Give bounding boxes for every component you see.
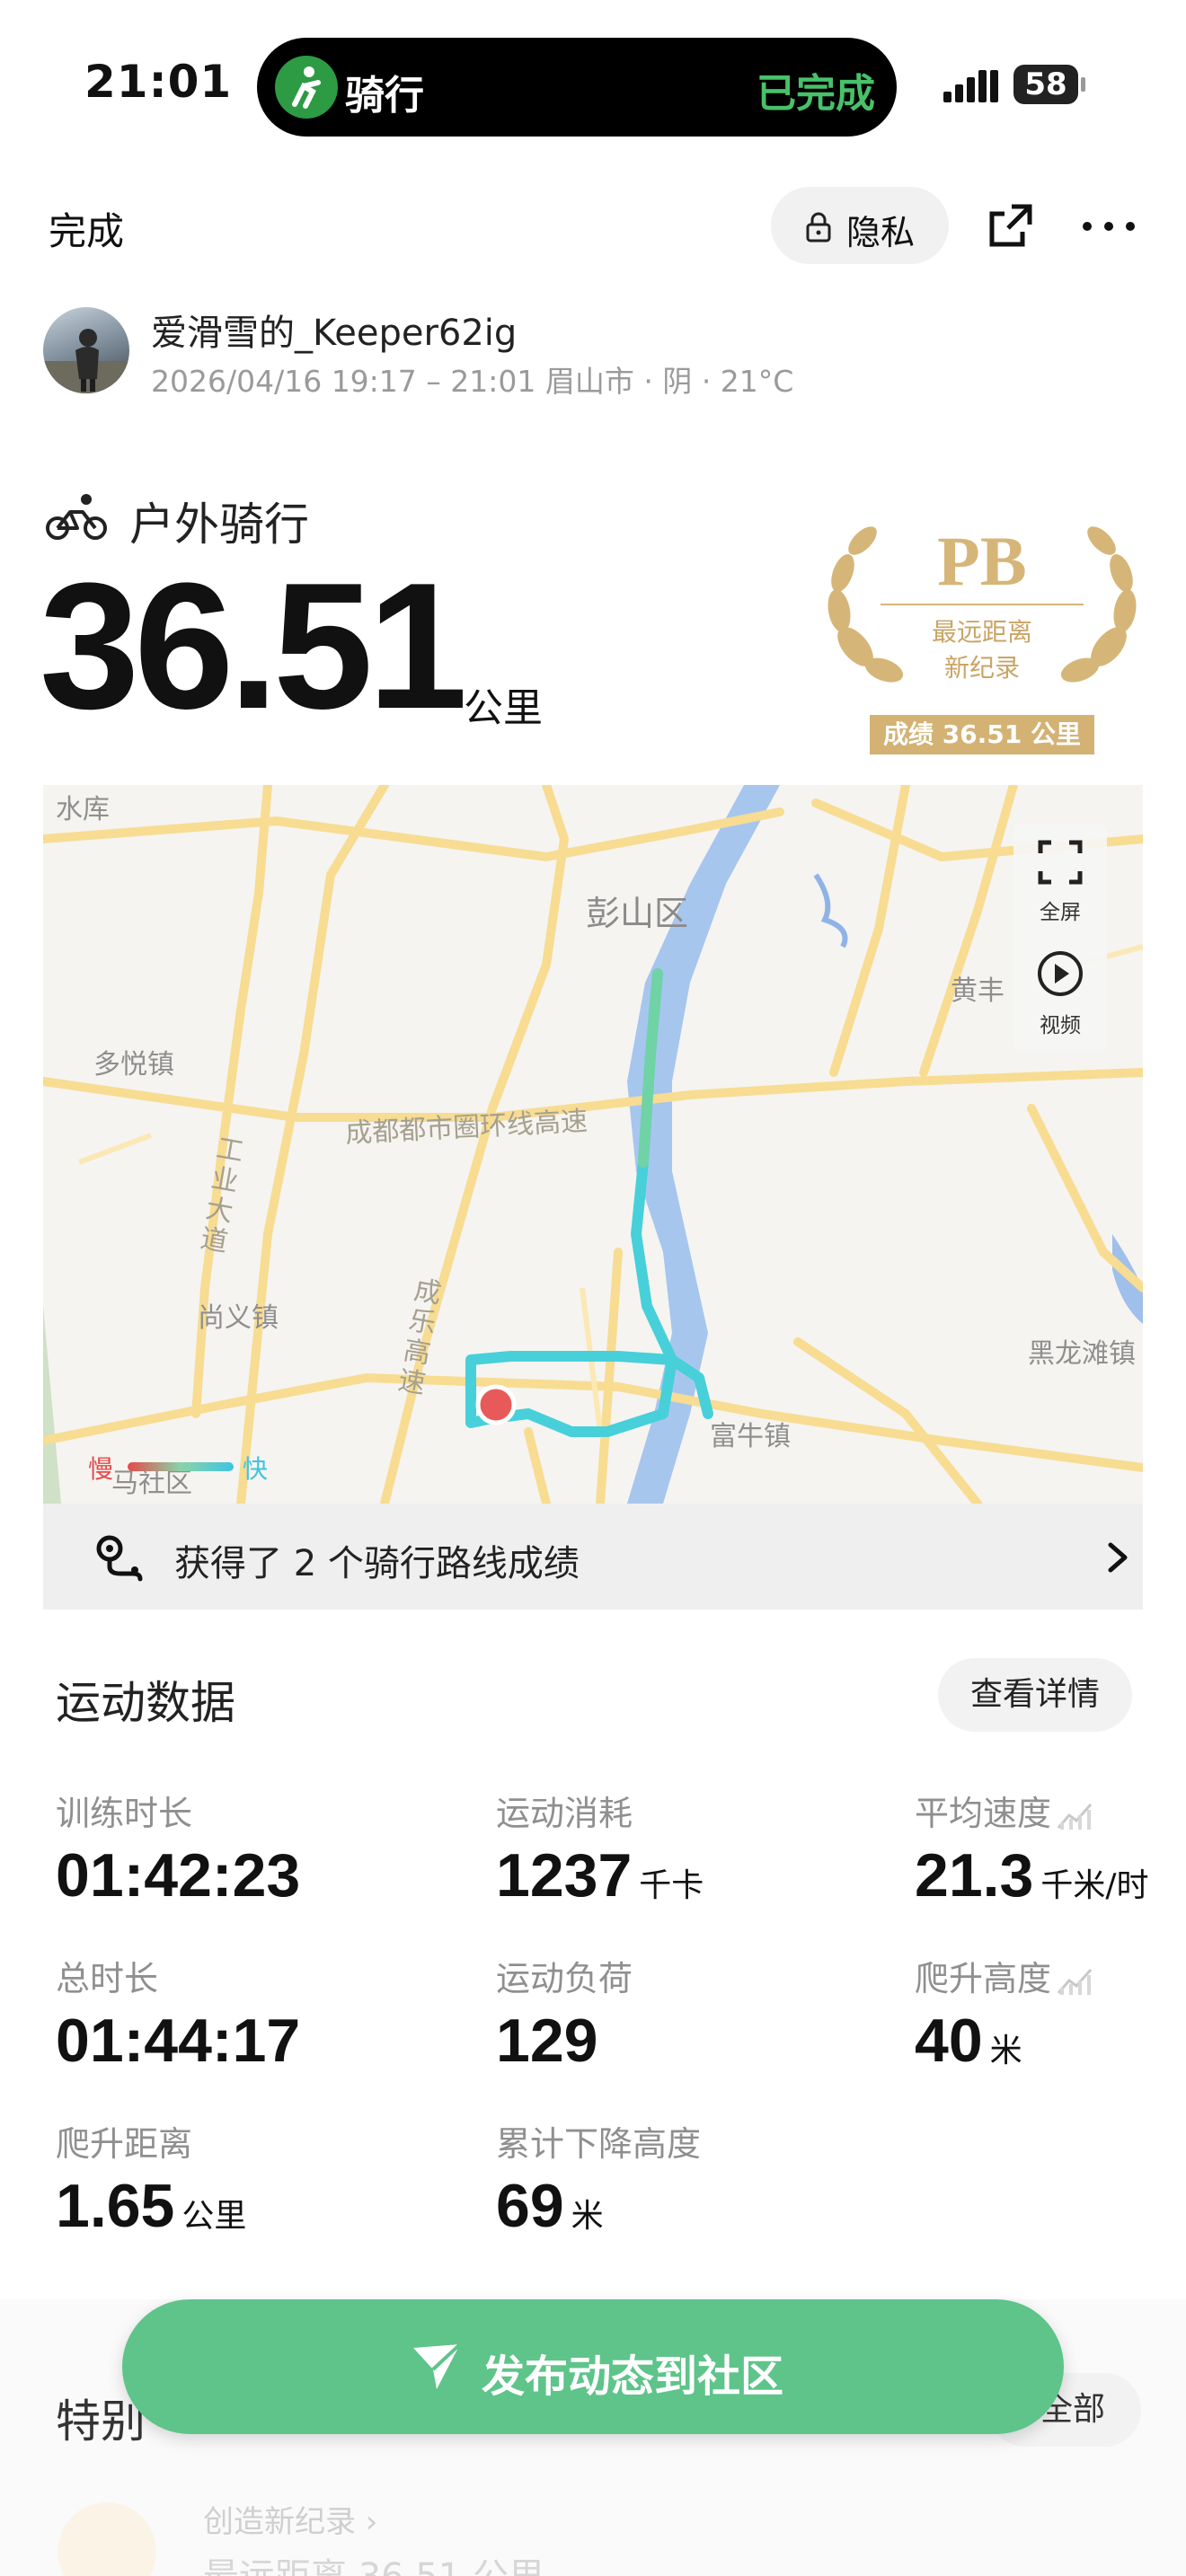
fullscreen-icon[interactable] <box>1037 839 1084 886</box>
publish-button-label: 发布动态到社区 <box>482 2351 784 2402</box>
signal-icon <box>943 70 998 102</box>
done-button[interactable]: 完成 <box>49 201 124 256</box>
stat-calories: 运动消耗 1237 千卡 <box>496 1786 704 1910</box>
stat-value: 40 米 <box>915 2007 1022 2075</box>
route-pin-icon <box>96 1535 143 1582</box>
battery-tip <box>1081 77 1085 92</box>
pb-title: PB <box>937 522 1027 600</box>
chevron-right-icon <box>1108 1542 1128 1573</box>
sport-type-title: 户外骑行 <box>129 498 309 551</box>
pb-badge[interactable]: PB 最远距离 新纪录 成绩 36.51 公里 <box>819 512 1145 756</box>
stat-label: 累计下降高度 <box>496 2124 702 2164</box>
map-label-district: 彭山区 <box>586 894 689 933</box>
share-icon[interactable] <box>987 201 1035 250</box>
speed-legend-fast: 快 <box>243 1454 269 1484</box>
pb-result: 成绩 36.51 公里 <box>870 715 1094 754</box>
bicycle-icon <box>46 494 107 540</box>
record-value: 最远距离 36.51 公里 <box>203 2547 544 2576</box>
trend-chart-icon <box>1057 1803 1093 1830</box>
distance-value: 36.51 <box>40 546 467 746</box>
distance-unit: 公里 <box>464 685 543 731</box>
route-map[interactable]: 水库 彭山区 多悦镇 成都都市圈环线高速 工业大道 尚义镇 成乐高速 富牛镇 黑… <box>43 785 1143 1504</box>
stat-elevation-gain[interactable]: 爬升高度 40 米 <box>915 1951 1093 2076</box>
stat-label: 爬升距离 <box>56 2124 193 2164</box>
stat-label: 运动负荷 <box>496 1959 633 1998</box>
battery-icon: 58 <box>1013 65 1078 104</box>
avatar[interactable] <box>43 307 129 393</box>
video-button[interactable]: 视频 <box>1013 1008 1107 1038</box>
route-achievements-text: 获得了 2 个骑行路线成绩 <box>174 1543 580 1584</box>
route-achievements-banner[interactable]: 获得了 2 个骑行路线成绩 <box>43 1504 1143 1610</box>
view-details-button[interactable]: 查看详情 <box>938 1658 1132 1732</box>
stat-training-load: 运动负荷 129 <box>496 1951 633 2076</box>
more-icon[interactable] <box>1082 221 1136 232</box>
stats-section-title: 运动数据 <box>56 1677 235 1729</box>
speed-legend-slow: 慢 <box>88 1454 114 1484</box>
stat-label: 总时长 <box>56 1959 159 1998</box>
stat-training-duration: 训练时长 01:42:23 <box>56 1786 300 1910</box>
stat-unit: 千米/时 <box>1040 1867 1149 1904</box>
map-label-town2: 尚义镇 <box>198 1302 279 1334</box>
cycling-app-icon <box>275 56 338 119</box>
stat-unit: 米 <box>571 2198 604 2235</box>
pb-subtitle-1: 最远距离 <box>931 617 1032 647</box>
map-label-town3: 富牛镇 <box>710 1421 791 1452</box>
stat-total-descent: 累计下降高度 69 米 <box>496 2116 701 2241</box>
send-plane-icon <box>413 2342 462 2389</box>
lock-icon <box>806 212 831 243</box>
privacy-button[interactable]: 隐私 <box>771 187 949 264</box>
trend-chart-icon <box>1057 1968 1093 1995</box>
stat-unit: 千卡 <box>639 1867 704 1904</box>
stat-value: 69 米 <box>496 2172 604 2240</box>
activity-state: 已完成 <box>757 71 875 117</box>
user-name[interactable]: 爱滑雪的_Keeper62ig <box>151 304 517 356</box>
fullscreen-button[interactable]: 全屏 <box>1013 895 1107 925</box>
speed-gradient-bar <box>128 1462 234 1471</box>
stat-value: 1237 千卡 <box>496 1841 704 1910</box>
status-time: 21:01 <box>84 56 233 108</box>
stat-label: 平均速度 <box>915 1786 1149 1835</box>
status-bar: 21:01 骑行 已完成 58 <box>0 0 1186 171</box>
pb-divider <box>881 604 1084 605</box>
stat-value: 129 <box>496 2007 598 2075</box>
dynamic-island-activity[interactable]: 骑行 已完成 <box>257 38 897 137</box>
map-label-town4: 黑龙滩镇 <box>1028 1338 1136 1370</box>
publish-to-community-button[interactable]: 发布动态到社区 <box>122 2299 1064 2434</box>
stat-value: 21.3 千米/时 <box>915 1841 1149 1910</box>
stat-label: 爬升高度 <box>915 1951 1093 2000</box>
stat-unit: 米 <box>989 2033 1022 2069</box>
stat-total-duration: 总时长 01:44:17 <box>56 1951 300 2076</box>
activity-name: 骑行 <box>345 73 424 119</box>
privacy-label: 隐私 <box>846 213 916 252</box>
stat-label: 训练时长 <box>56 1794 193 1833</box>
stat-climb-distance: 爬升距离 1.65 公里 <box>56 2116 246 2241</box>
stat-value: 1.65 公里 <box>56 2172 247 2240</box>
stat-avg-speed[interactable]: 平均速度 21.3 千米/时 <box>915 1786 1149 1910</box>
play-video-icon[interactable] <box>1035 948 1085 999</box>
stat-unit: 公里 <box>181 2198 247 2235</box>
record-title[interactable]: 创造新纪录 › <box>203 2497 377 2541</box>
map-label-water: 水库 <box>56 794 110 825</box>
map-label-town1: 多悦镇 <box>93 1049 174 1081</box>
stat-label: 运动消耗 <box>496 1794 633 1833</box>
map-label-town5: 黄丰 <box>951 975 1005 1007</box>
stat-value: 01:42:23 <box>56 1841 301 1910</box>
workout-meta: 2026/04/16 19:17 – 21:01 眉山市 · 阴 · 21°C <box>151 364 794 399</box>
pb-subtitle-2: 新纪录 <box>943 653 1020 683</box>
stat-value: 01:44:17 <box>56 2007 301 2075</box>
map-controls: 全屏 视频 <box>1013 825 1107 1053</box>
